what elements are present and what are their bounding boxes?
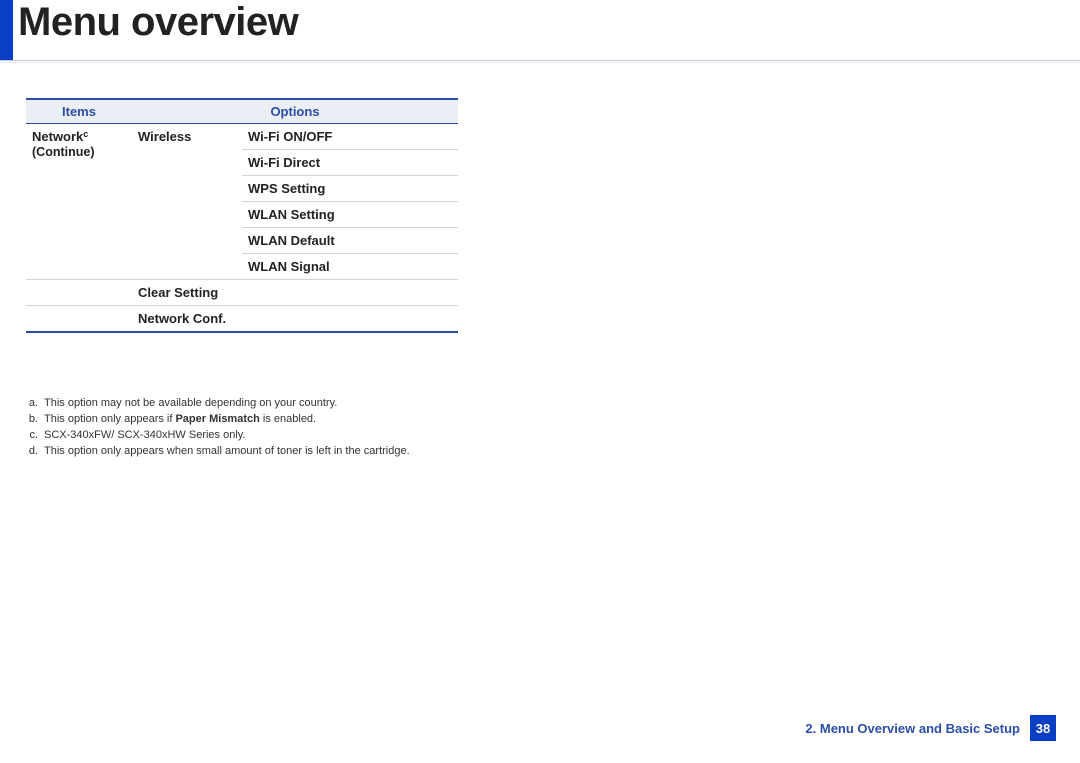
col-header-items: Items xyxy=(26,100,132,123)
table-row: Networkc (Continue) Wireless Wi-Fi ON/OF… xyxy=(26,124,458,280)
header-rule-top xyxy=(0,60,1080,61)
footnote-text: SCX-340xFW/ SCX-340xHW Series only. xyxy=(44,428,246,444)
accent-bar xyxy=(0,0,13,60)
wireless-sub: WLAN Setting xyxy=(242,202,458,228)
items-cell-empty xyxy=(26,306,132,331)
clear-setting-cell: Clear Setting xyxy=(132,280,458,305)
table-row: Network Conf. xyxy=(26,306,458,333)
wireless-sub: WLAN Default xyxy=(242,228,458,254)
item-name: Network xyxy=(32,129,83,144)
page-title: Menu overview xyxy=(18,0,298,45)
footnote-text: This option only appears when small amou… xyxy=(44,444,410,460)
item-continue: (Continue) xyxy=(32,145,94,159)
footnote-b-bold: Paper Mismatch xyxy=(175,413,259,425)
wireless-subrows: Wi-Fi ON/OFF Wi-Fi Direct WPS Setting WL… xyxy=(242,124,458,279)
item-sup: c xyxy=(83,129,88,139)
wireless-sub: Wi-Fi ON/OFF xyxy=(242,124,458,150)
footnotes: a. This option may not be available depe… xyxy=(26,396,626,460)
footnote-b-suffix: is enabled. xyxy=(260,413,316,425)
network-conf-cell: Network Conf. xyxy=(132,306,458,331)
header-rule-bottom xyxy=(0,62,1080,63)
menu-table: Items Options Networkc (Continue) Wirele… xyxy=(26,98,458,333)
footnote-label: a. xyxy=(26,396,38,412)
footnote-text: This option may not be available dependi… xyxy=(44,396,337,412)
group-cell: Wireless xyxy=(132,124,242,279)
table-row: Clear Setting xyxy=(26,280,458,306)
table-header-row: Items Options xyxy=(26,100,458,124)
footnote-label: c. xyxy=(26,428,38,444)
footnote-text: This option only appears if Paper Mismat… xyxy=(44,412,316,428)
footnote-d: d. This option only appears when small a… xyxy=(26,444,626,460)
footnote-a: a. This option may not be available depe… xyxy=(26,396,626,412)
col-header-options: Options xyxy=(132,100,458,123)
footnote-b-prefix: This option only appears if xyxy=(44,413,175,425)
page-footer: 2. Menu Overview and Basic Setup 38 xyxy=(805,715,1056,741)
items-cell: Networkc (Continue) xyxy=(26,124,132,279)
items-cell-empty xyxy=(26,280,132,305)
footnote-b: b. This option only appears if Paper Mis… xyxy=(26,412,626,428)
wireless-sub: Wi-Fi Direct xyxy=(242,150,458,176)
page-number: 38 xyxy=(1030,715,1056,741)
table-body: Networkc (Continue) Wireless Wi-Fi ON/OF… xyxy=(26,124,458,333)
footnote-label: b. xyxy=(26,412,38,428)
wireless-sub: WLAN Signal xyxy=(242,254,458,279)
footnote-c: c. SCX-340xFW/ SCX-340xHW Series only. xyxy=(26,428,626,444)
wireless-sub: WPS Setting xyxy=(242,176,458,202)
footnote-label: d. xyxy=(26,444,38,460)
footer-chapter: 2. Menu Overview and Basic Setup xyxy=(805,721,1020,736)
